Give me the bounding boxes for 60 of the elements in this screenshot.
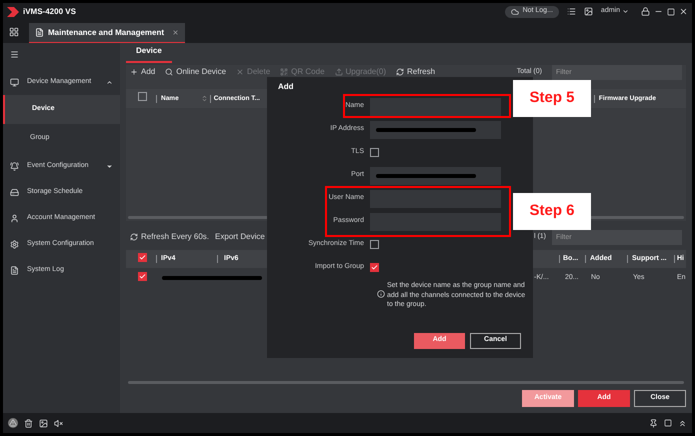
- plus-icon: [130, 68, 138, 76]
- bell-icon: [10, 162, 19, 170]
- trash-icon[interactable]: [24, 418, 33, 428]
- user-icon: [10, 214, 19, 222]
- subtab[interactable]: Device: [126, 45, 172, 63]
- caret-icon: [106, 162, 113, 170]
- refresh-icon: [130, 233, 138, 241]
- export-device-button[interactable]: Export Device: [215, 231, 265, 243]
- upload-icon: [334, 68, 343, 76]
- check-icon: [139, 272, 146, 280]
- drive-icon: [10, 188, 19, 196]
- document-icon: [10, 266, 19, 274]
- info-icon: [377, 290, 385, 298]
- sort-icon[interactable]: [200, 95, 208, 102]
- input-field[interactable]: [370, 98, 501, 116]
- cloud-icon: [510, 8, 519, 16]
- monitor-icon: [10, 78, 19, 86]
- refresh-icon: [396, 68, 404, 76]
- search-icon: [165, 68, 174, 76]
- scrollbar[interactable]: [128, 381, 684, 384]
- check-icon: [139, 254, 146, 261]
- pin-icon[interactable]: [649, 418, 658, 428]
- lock-icon[interactable]: [641, 7, 650, 16]
- close-icon: [236, 68, 244, 76]
- close-icon[interactable]: [679, 7, 688, 16]
- apps-icon[interactable]: [9, 27, 19, 37]
- warning-icon[interactable]: [8, 418, 18, 428]
- window-icon[interactable]: [664, 419, 672, 427]
- input-field[interactable]: [370, 166, 501, 184]
- mute-icon[interactable]: [54, 418, 63, 428]
- toolbar-button[interactable]: Add: [130, 66, 156, 78]
- maximize-icon[interactable]: [667, 8, 675, 16]
- image-icon[interactable]: [39, 418, 48, 428]
- step-callout: Step 6: [513, 193, 591, 230]
- window-title: iVMS-4200 VS: [23, 6, 76, 18]
- refresh-button[interactable]: Refresh Every 60s.: [130, 231, 210, 243]
- checkbox[interactable]: [370, 263, 379, 272]
- expand-icon[interactable]: [678, 418, 687, 428]
- document-icon: [35, 28, 44, 37]
- checkbox[interactable]: [138, 272, 147, 281]
- dialog-title: Add: [277, 81, 295, 93]
- caret-icon: [622, 8, 629, 15]
- qr-code-icon: [280, 68, 288, 76]
- input-field[interactable]: [370, 190, 501, 208]
- list-icon[interactable]: [566, 7, 576, 16]
- tab[interactable]: Maintenance and Management: [29, 23, 186, 43]
- checkbox[interactable]: [138, 252, 147, 262]
- logo-icon: [7, 6, 19, 16]
- checkbox[interactable]: [138, 92, 147, 102]
- checkbox[interactable]: [370, 148, 379, 157]
- toolbar-button[interactable]: Refresh: [396, 66, 436, 78]
- step-callout: Step 5: [513, 80, 591, 117]
- caret-icon: [106, 78, 113, 86]
- toolbar-button[interactable]: Online Device: [165, 66, 226, 78]
- input-field[interactable]: [370, 120, 501, 138]
- image-icon[interactable]: [584, 7, 593, 16]
- checkbox[interactable]: [370, 240, 379, 249]
- settings-icon: [10, 240, 19, 248]
- check-icon: [371, 264, 378, 271]
- menu-icon[interactable]: [10, 50, 19, 59]
